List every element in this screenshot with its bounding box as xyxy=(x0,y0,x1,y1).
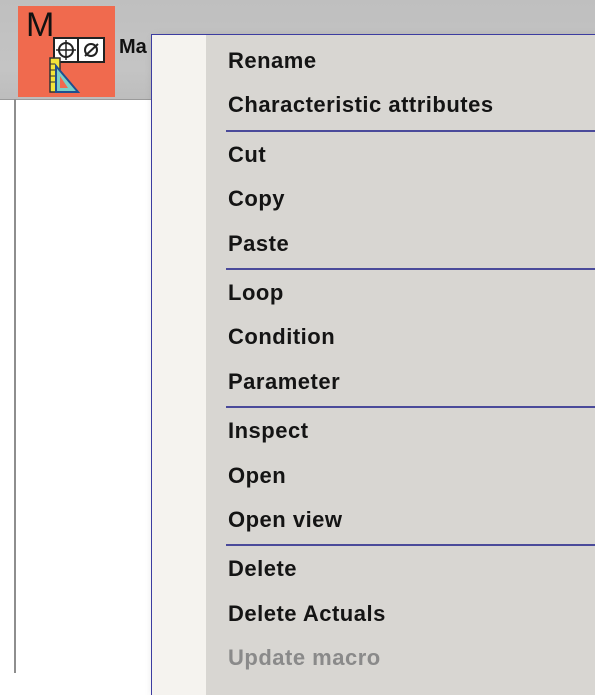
menu-item-update-macro: Update macro xyxy=(228,645,381,671)
menu-item-delete[interactable]: Delete xyxy=(228,556,297,582)
menu-item-condition[interactable]: Condition xyxy=(228,324,335,350)
menu-item-cut[interactable]: Cut xyxy=(228,142,266,168)
left-panel-border xyxy=(14,99,16,673)
menu-item-rename[interactable]: Rename xyxy=(228,48,317,74)
menu-item-characteristic-attributes[interactable]: Characteristic attributes xyxy=(228,92,494,118)
menu-separator xyxy=(226,129,595,132)
macro-diagram-icon xyxy=(48,36,106,94)
menu-item-loop[interactable]: Loop xyxy=(228,280,284,306)
menu-item-delete-actuals[interactable]: Delete Actuals xyxy=(228,601,386,627)
menu-item-copy[interactable]: Copy xyxy=(228,186,285,212)
macro-node[interactable]: M xyxy=(18,6,115,97)
menu-item-open[interactable]: Open xyxy=(228,463,286,489)
context-menu: Rename Characteristic attributes Cut Copy Pa… xyxy=(151,34,595,695)
menu-separator xyxy=(226,544,595,547)
menu-item-open-view[interactable]: Open view xyxy=(228,507,343,533)
menu-item-parameter[interactable]: Parameter xyxy=(228,369,340,395)
menu-item-inspect[interactable]: Inspect xyxy=(228,418,309,444)
menu-separator xyxy=(226,268,595,270)
macro-node-label: Ma xyxy=(119,36,147,58)
menu-item-paste[interactable]: Paste xyxy=(228,231,289,257)
menu-separator xyxy=(226,406,595,409)
menu-icon-gutter xyxy=(152,35,206,695)
